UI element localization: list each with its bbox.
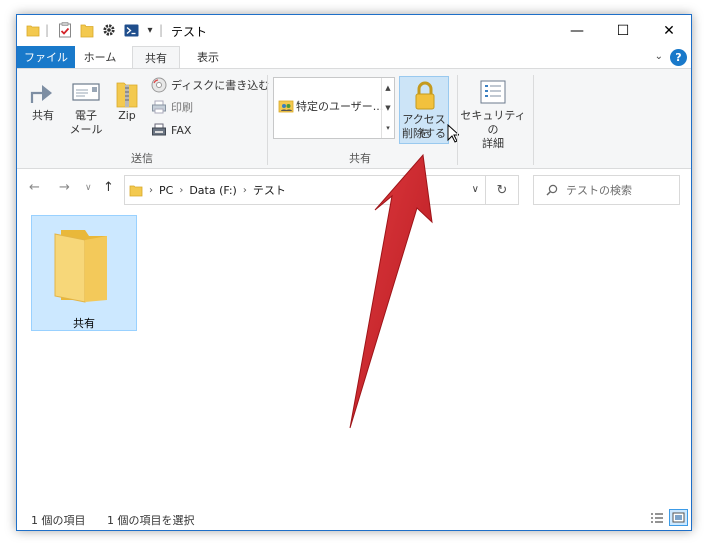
breadcrumb-separator-icon[interactable]: ›	[179, 185, 183, 196]
forward-arrow-icon[interactable]: →	[59, 180, 70, 195]
folder-large-icon	[51, 224, 117, 311]
up-arrow-icon[interactable]: ↑	[103, 180, 114, 195]
status-bar: 1 個の項目 1 個の項目を選択	[17, 506, 691, 530]
file-list: 共有	[17, 207, 691, 502]
folder-icon	[129, 184, 143, 197]
minimize-button[interactable]: —	[554, 15, 600, 46]
back-arrow-icon[interactable]: ←	[29, 180, 40, 195]
tab-file[interactable]: ファイル	[17, 46, 75, 68]
group-label-send: 送信	[131, 152, 153, 165]
advanced-security-button[interactable]: セキュリティの 詳細	[460, 79, 526, 151]
zip-button[interactable]: Zip	[113, 79, 141, 123]
folder-name: 共有	[73, 317, 95, 330]
scroll-up-icon[interactable]: ▲	[385, 84, 390, 92]
group-divider	[457, 75, 458, 165]
ribbon-tabs: ファイル ホーム 共有 表示 ⌄ ?	[17, 46, 691, 68]
recent-locations-chevron-icon[interactable]: ∨	[85, 183, 92, 193]
zip-folder-icon	[113, 79, 141, 109]
selected-count: 1 個の項目を選択	[107, 514, 195, 527]
remove-access-button[interactable]: アクセスを 削除する	[399, 76, 449, 144]
specific-user-item[interactable]: 特定のユーザー...	[278, 98, 383, 114]
group-label-share: 共有	[349, 152, 371, 165]
tab-view[interactable]: 表示	[187, 46, 229, 68]
address-bar[interactable]: › PC › Data (F:) › テスト ∨	[124, 175, 486, 205]
ribbon: 共有 電子 メール Zip ディスクに書き込む 印刷 FAX 送信 特定のユーザ…	[17, 68, 691, 169]
large-icons-view-icon[interactable]	[669, 509, 688, 526]
search-placeholder: テストの検索	[566, 184, 632, 197]
breadcrumb-separator-icon[interactable]: ›	[243, 185, 247, 196]
tab-share[interactable]: 共有	[132, 46, 180, 68]
breadcrumb-item[interactable]: Data (F:)	[189, 184, 237, 197]
new-folder-icon[interactable]	[79, 21, 95, 39]
details-view-icon[interactable]	[647, 509, 666, 526]
title-bar: | ▾ | テスト — ☐ ✕	[17, 15, 691, 46]
close-button[interactable]: ✕	[646, 15, 692, 46]
fax-button[interactable]: FAX	[151, 120, 191, 140]
disc-icon	[151, 77, 167, 93]
item-count: 1 個の項目	[31, 514, 86, 527]
share-button[interactable]: 共有	[27, 79, 59, 123]
address-dropdown-icon[interactable]: ∨	[472, 184, 479, 195]
folder-icon	[25, 21, 41, 39]
lock-icon	[413, 81, 437, 114]
powershell-icon[interactable]	[123, 21, 139, 39]
qa-separator: |	[158, 23, 164, 37]
maximize-button[interactable]: ☐	[600, 15, 646, 46]
email-button[interactable]: 電子 メール	[69, 79, 103, 137]
share-with-gallery[interactable]: 特定のユーザー... ▲ ▼ ▾	[273, 77, 395, 139]
email-icon	[69, 79, 103, 109]
gallery-expand-icon[interactable]: ▾	[386, 124, 390, 132]
properties-icon[interactable]	[57, 21, 73, 39]
breadcrumb-separator-icon[interactable]: ›	[149, 185, 153, 196]
tab-home[interactable]: ホーム	[79, 46, 121, 68]
security-list-icon	[460, 79, 526, 109]
navigation-bar: ← → ∨ ↑ › PC › Data (F:) › テスト ∨ ↻ テストの検…	[17, 170, 691, 206]
window-title: テスト	[171, 25, 208, 39]
help-icon[interactable]: ?	[670, 49, 687, 66]
burn-to-disc-button[interactable]: ディスクに書き込む	[151, 75, 269, 95]
print-button[interactable]: 印刷	[151, 97, 193, 117]
explorer-window: | ▾ | テスト — ☐ ✕ ファイル ホーム 共有 表示 ⌄ ? 共有 電子…	[16, 14, 692, 531]
share-arrow-icon	[27, 79, 59, 109]
gallery-scroll[interactable]: ▲ ▼ ▾	[381, 78, 394, 138]
fax-icon	[151, 122, 167, 138]
gear-icon[interactable]	[101, 21, 117, 39]
breadcrumb-item[interactable]: テスト	[253, 182, 286, 198]
breadcrumb-item[interactable]: PC	[159, 184, 173, 197]
chevron-down-icon[interactable]: ⌄	[655, 51, 663, 62]
group-divider	[267, 75, 268, 165]
qa-dropdown-icon[interactable]: ▾	[144, 21, 156, 39]
folder-item[interactable]: 共有	[31, 215, 137, 331]
scroll-down-icon[interactable]: ▼	[385, 104, 390, 112]
group-divider	[533, 75, 534, 165]
search-input[interactable]: テストの検索	[533, 175, 680, 205]
users-icon	[278, 98, 296, 114]
search-icon	[546, 184, 558, 196]
qa-separator: |	[44, 23, 50, 37]
printer-icon	[151, 99, 167, 115]
refresh-icon[interactable]: ↻	[486, 175, 519, 205]
